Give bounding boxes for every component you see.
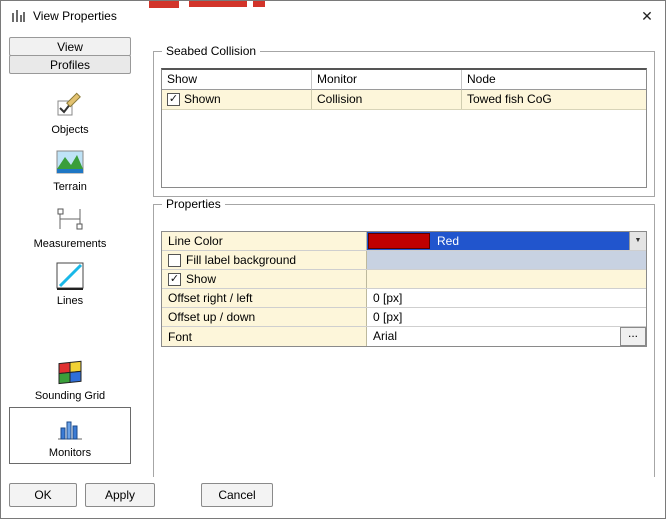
sidebar-item-label: Terrain xyxy=(53,181,87,193)
property-row-line-color: Line Color Red ▼ xyxy=(162,232,646,251)
monitor-table: Show Monitor Node ✓ Shown Collision Towe… xyxy=(161,68,647,188)
line-color-label: Line Color xyxy=(162,232,367,250)
offset-right-left-label: Offset right / left xyxy=(162,289,367,307)
app-icon xyxy=(11,9,26,24)
font-picker-button[interactable]: ... xyxy=(620,327,646,346)
cell-monitor: Collision xyxy=(312,90,462,109)
fill-label-background-checkbox[interactable] xyxy=(168,254,181,267)
cell-node: Towed fish CoG xyxy=(462,90,646,109)
dropdown-button[interactable]: ▼ xyxy=(629,232,646,250)
cancel-button[interactable]: Cancel xyxy=(201,483,273,507)
sidebar-item-label: Monitors xyxy=(49,447,91,459)
footer: OK Apply Cancel xyxy=(1,477,665,518)
ok-button[interactable]: OK xyxy=(9,483,77,507)
property-row-font: Font Arial ... xyxy=(162,327,646,346)
show-checkbox[interactable]: ✓ xyxy=(168,273,181,286)
property-label: Font xyxy=(168,328,192,346)
font-label: Font xyxy=(162,327,367,346)
sidebar-item-label: Sounding Grid xyxy=(35,390,105,402)
sidebar-item-sounding-grid[interactable]: Sounding Grid xyxy=(9,350,131,407)
property-row-show: ✓ Show xyxy=(162,270,646,289)
offset-up-down-label: Offset up / down xyxy=(162,308,367,326)
property-label: Show xyxy=(186,270,216,288)
offset-up-down-value[interactable]: 0 [px] xyxy=(367,308,646,326)
font-value-row: Arial ... xyxy=(367,327,646,346)
lines-icon xyxy=(55,261,85,291)
table-header: Show Monitor Node xyxy=(162,70,646,90)
show-value xyxy=(367,270,646,288)
sidebar-item-terrain[interactable]: Terrain xyxy=(9,141,131,198)
monitors-icon xyxy=(55,413,85,443)
tab-profiles[interactable]: Profiles xyxy=(9,55,131,74)
sidebar-item-monitors[interactable]: Monitors xyxy=(9,407,131,464)
group-title: Seabed Collision xyxy=(162,44,260,58)
seabed-collision-group: Seabed Collision Show Monitor Node ✓ Sho… xyxy=(153,51,655,197)
fill-label-background-label: Fill label background xyxy=(162,251,367,269)
property-row-offset-right-left: Offset right / left 0 [px] xyxy=(162,289,646,308)
line-color-dropdown[interactable]: Red ▼ xyxy=(367,232,646,250)
color-swatch xyxy=(368,233,430,249)
table-row[interactable]: ✓ Shown Collision Towed fish CoG xyxy=(162,90,646,110)
sounding-grid-icon xyxy=(55,356,85,386)
column-header-node[interactable]: Node xyxy=(462,70,646,90)
sidebar-item-measurements[interactable]: Measurements xyxy=(9,198,131,255)
sidebar-item-label: Lines xyxy=(57,295,83,307)
property-label: Offset right / left xyxy=(168,289,252,307)
fill-label-background-value xyxy=(367,251,646,269)
group-title: Properties xyxy=(162,197,225,211)
properties-group: Properties Line Color Red ▼ Fill label b… xyxy=(153,204,655,480)
property-label: Fill label background xyxy=(186,251,296,269)
color-name: Red xyxy=(431,232,629,250)
measurements-icon xyxy=(55,204,85,234)
shown-checkbox[interactable]: ✓ xyxy=(167,93,180,106)
close-icon: ✕ xyxy=(641,8,653,24)
view-properties-dialog: View Properties ✕ View Profiles Objects … xyxy=(0,0,666,519)
cell-show: ✓ Shown xyxy=(162,90,312,109)
sidebar-item-lines[interactable]: Lines xyxy=(9,255,131,312)
close-button[interactable]: ✕ xyxy=(635,4,659,28)
sidebar-item-label: Objects xyxy=(51,124,88,136)
offset-right-left-value[interactable]: 0 [px] xyxy=(367,289,646,307)
column-header-monitor[interactable]: Monitor xyxy=(312,70,462,90)
window-title: View Properties xyxy=(33,9,117,23)
terrain-icon xyxy=(55,147,85,177)
property-row-offset-up-down: Offset up / down 0 [px] xyxy=(162,308,646,327)
property-label: Line Color xyxy=(168,232,223,250)
check-icon: ✓ xyxy=(170,274,179,285)
sidebar: View Profiles Objects Terrain Measuremen… xyxy=(9,37,131,474)
column-header-show[interactable]: Show xyxy=(162,70,312,90)
sidebar-item-objects[interactable]: Objects xyxy=(9,84,131,141)
chevron-down-icon: ▼ xyxy=(635,232,642,250)
title-bar: View Properties ✕ xyxy=(1,1,665,31)
shown-label: Shown xyxy=(184,90,221,109)
check-icon: ✓ xyxy=(169,94,178,105)
font-value[interactable]: Arial xyxy=(367,327,620,346)
property-label: Offset up / down xyxy=(168,308,255,326)
property-grid: Line Color Red ▼ Fill label background ✓ xyxy=(161,231,647,347)
objects-icon xyxy=(55,90,85,120)
sidebar-item-label: Measurements xyxy=(34,238,107,250)
apply-button[interactable]: Apply xyxy=(85,483,155,507)
sidebar-item-list: Objects Terrain Measurements Lines xyxy=(9,84,131,464)
tab-view[interactable]: View xyxy=(9,37,131,56)
show-label: ✓ Show xyxy=(162,270,367,288)
property-row-fill-label-background: Fill label background xyxy=(162,251,646,270)
